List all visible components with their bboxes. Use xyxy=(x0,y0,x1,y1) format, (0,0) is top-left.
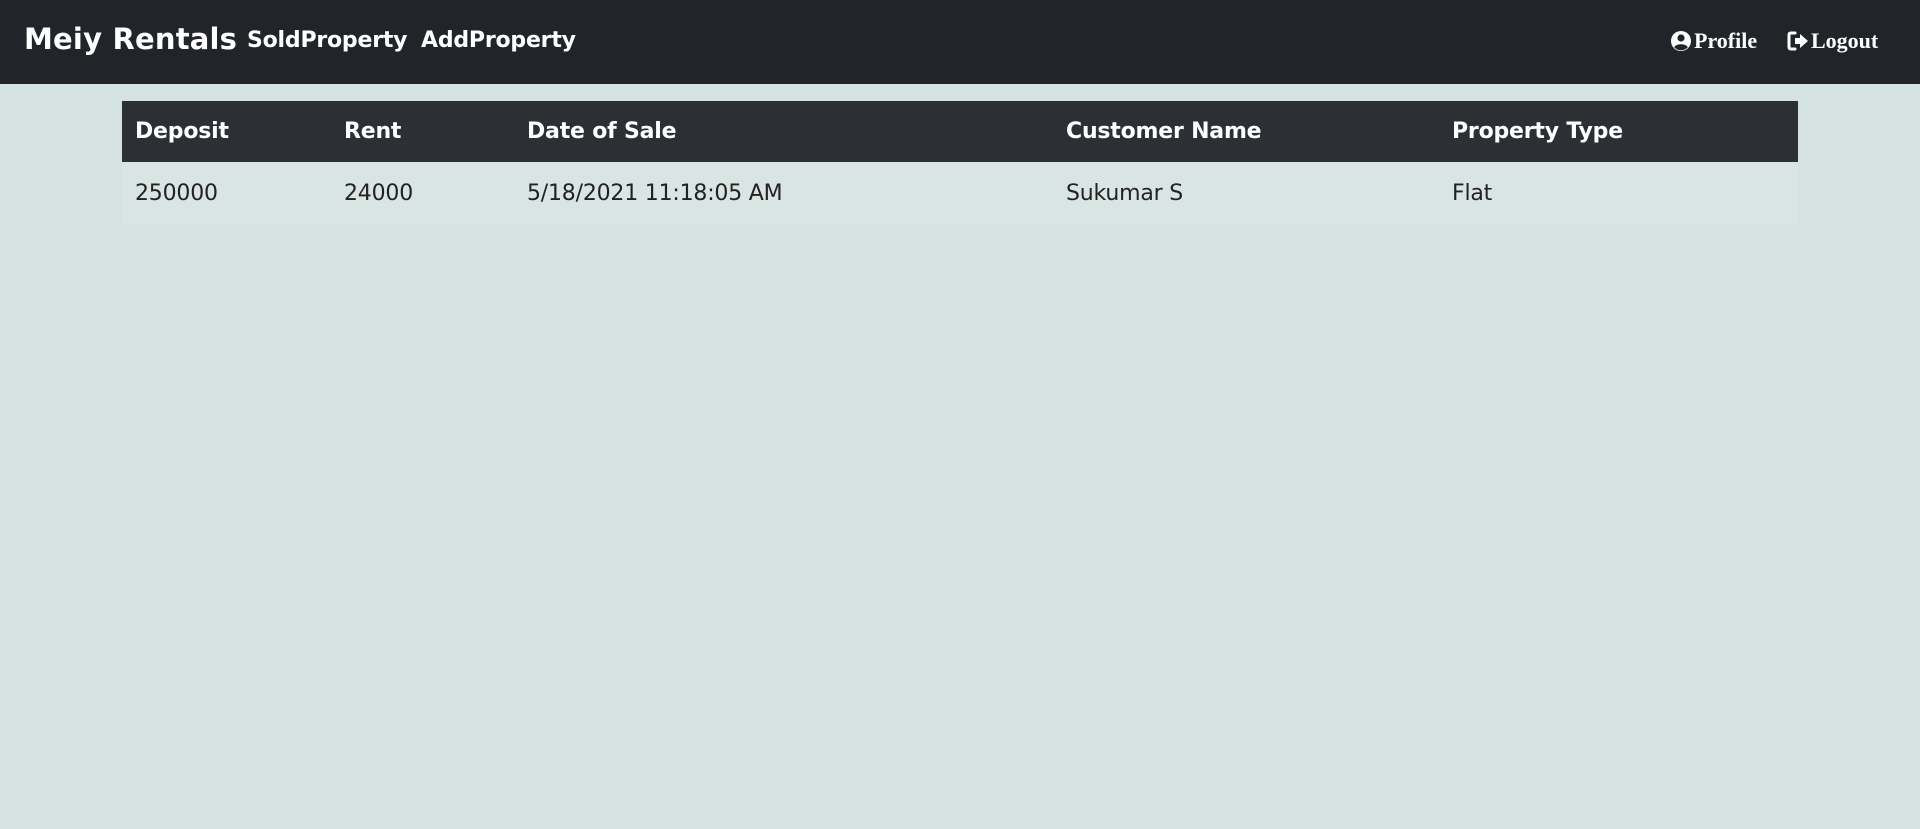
cell-deposit: 250000 xyxy=(135,180,218,206)
table-header-row: Deposit Rent Date of Sale Customer Name … xyxy=(122,101,1798,162)
cell-rent: 24000 xyxy=(344,180,413,206)
sign-out-icon xyxy=(1787,31,1809,51)
header-deposit: Deposit xyxy=(135,119,229,144)
user-circle-icon xyxy=(1670,30,1692,52)
logout-link[interactable]: Logout xyxy=(1787,28,1878,54)
header-property-type: Property Type xyxy=(1452,119,1623,144)
sold-property-table: Deposit Rent Date of Sale Customer Name … xyxy=(122,101,1798,224)
brand-link[interactable]: Meiy Rentals xyxy=(24,22,237,56)
nav-link-sold-property[interactable]: SoldProperty xyxy=(247,28,408,53)
cell-date-of-sale: 5/18/2021 11:18:05 AM xyxy=(527,180,783,206)
profile-link[interactable]: Profile xyxy=(1670,28,1757,54)
top-navbar: Meiy Rentals SoldProperty AddProperty Pr… xyxy=(0,0,1920,84)
nav-link-add-property[interactable]: AddProperty xyxy=(421,28,576,53)
sold-property-table-container: Deposit Rent Date of Sale Customer Name … xyxy=(122,101,1798,224)
cell-property-type: Flat xyxy=(1452,180,1493,206)
header-date-of-sale: Date of Sale xyxy=(527,119,677,144)
cell-customer-name: Sukumar S xyxy=(1066,180,1184,206)
profile-label: Profile xyxy=(1694,28,1758,53)
table-row: 250000 24000 5/18/2021 11:18:05 AM Sukum… xyxy=(122,162,1798,224)
header-rent: Rent xyxy=(344,119,402,144)
header-customer-name: Customer Name xyxy=(1066,119,1262,144)
logout-label: Logout xyxy=(1811,28,1879,53)
